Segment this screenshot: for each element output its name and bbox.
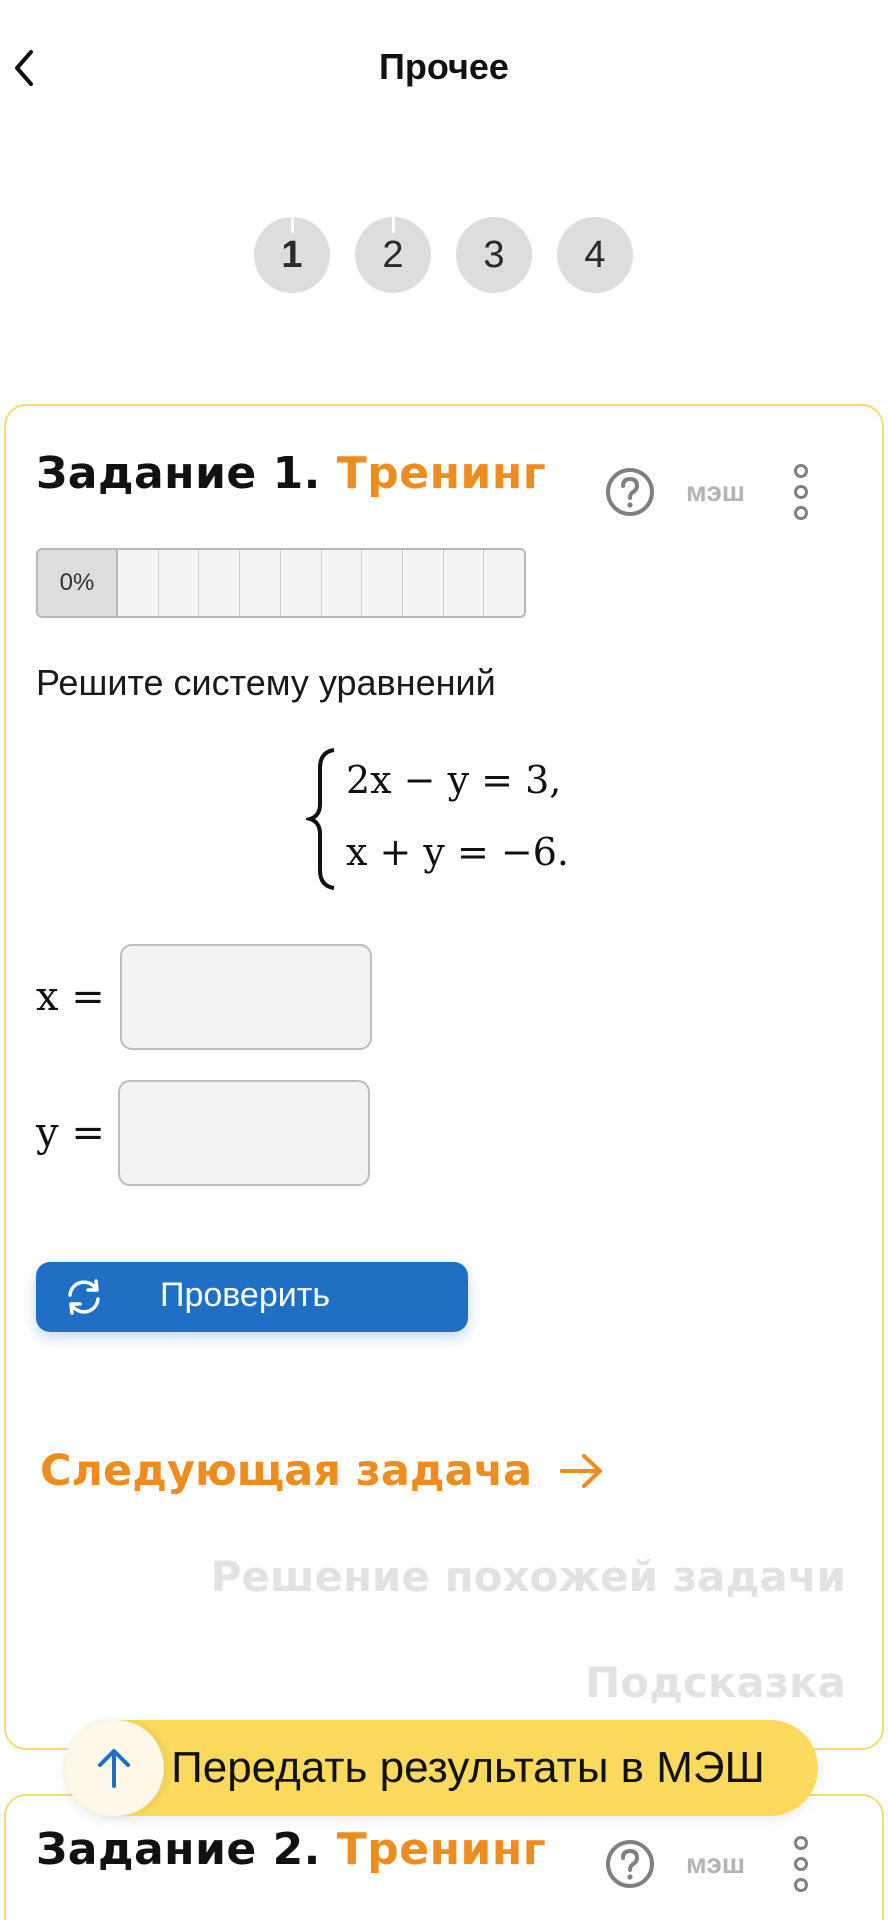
page-title: Прочее — [379, 46, 509, 87]
help-icon[interactable] — [604, 1838, 656, 1890]
hint-link[interactable]: Подсказка — [585, 1658, 846, 1707]
mesh-label[interactable]: мэш — [686, 1848, 745, 1880]
tab-task-3[interactable]: 3 — [456, 217, 532, 293]
similar-solution-link[interactable]: Решение похожей задачи — [211, 1552, 846, 1601]
equation-system: 2x − y = 3, x + y = −6. — [306, 746, 626, 892]
arrow-right-icon — [560, 1454, 603, 1488]
task-number: Задание 1. — [36, 448, 321, 499]
progress-label: 0% — [38, 550, 118, 616]
task-title: Задание 1. Тренинг — [36, 448, 546, 499]
task-card-1: Задание 1. Тренинг мэш 0% Решите систему… — [4, 404, 884, 1750]
x-input[interactable] — [120, 944, 372, 1050]
y-label: y = — [36, 1110, 105, 1156]
scroll-top-button[interactable] — [64, 1720, 164, 1816]
x-label: x = — [36, 974, 105, 1020]
task-prompt: Решите систему уравнений — [36, 662, 496, 703]
send-results-button[interactable]: Передать результаты в МЭШ — [64, 1720, 818, 1816]
arrow-up-icon — [98, 1749, 130, 1788]
task-kind: Тренинг — [336, 1824, 547, 1875]
progress-mark — [291, 217, 294, 233]
tab-task-1[interactable]: 1 — [254, 217, 330, 293]
brace-icon — [306, 748, 335, 890]
progress-bar: 0% — [36, 548, 526, 618]
task-kind: Тренинг — [336, 448, 547, 499]
check-button-label: Проверить — [160, 1276, 331, 1314]
equation-1: 2x − y = 3, — [346, 758, 562, 802]
tab-task-2[interactable]: 2 — [355, 217, 431, 293]
more-options-icon[interactable] — [792, 1836, 810, 1892]
help-icon[interactable] — [604, 466, 656, 518]
progress-mark — [392, 217, 395, 233]
equation-2: x + y = −6. — [346, 830, 569, 874]
top-bar: Прочее — [0, 0, 888, 140]
task-number: Задание 2. — [36, 1824, 321, 1875]
refresh-icon — [68, 1279, 100, 1315]
more-options-icon[interactable] — [792, 464, 810, 520]
tab-task-4[interactable]: 4 — [557, 217, 633, 293]
y-input[interactable] — [118, 1080, 370, 1186]
task-title: Задание 2. Тренинг — [36, 1824, 546, 1875]
check-button[interactable]: Проверить — [36, 1262, 468, 1332]
mesh-label[interactable]: мэш — [686, 476, 745, 508]
task-tabs: 1 2 3 4 — [254, 217, 633, 293]
next-task-link[interactable]: Следующая задача — [40, 1446, 606, 1496]
